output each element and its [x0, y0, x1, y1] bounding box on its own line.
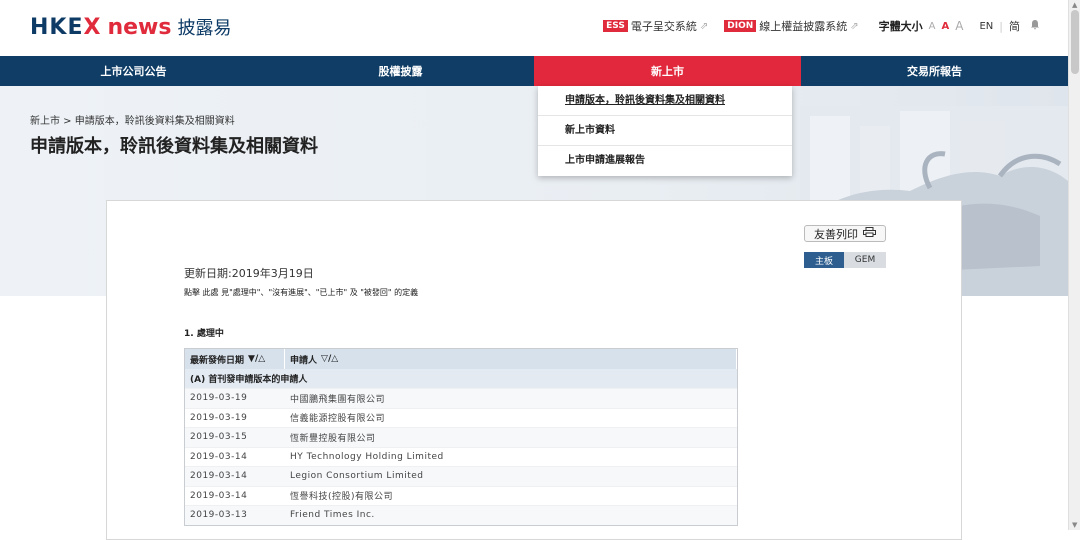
- nav-listed-company-announcements[interactable]: 上市公司公告: [0, 56, 267, 86]
- external-link-icon: ⇗: [699, 20, 709, 32]
- main-board-tab[interactable]: 主板: [804, 252, 844, 268]
- lang-zh-link[interactable]: 简: [1009, 18, 1020, 34]
- table-row[interactable]: 2019-03-13 Friend Times Inc.: [185, 505, 737, 525]
- page-scrollbar[interactable]: ▲ ▼: [1068, 0, 1080, 530]
- applicants-table: 最新發佈日期 ▼ / △ 申請人 ▽ / △ (A) 首刊發申請版本的申請人 2019-…: [184, 348, 738, 526]
- new-listings-dropdown: 申請版本，聆訊後資料集及相關資料 新上市資料 上市申請進展報告: [538, 86, 792, 176]
- table-group-heading: (A) 首刊發申請版本的申請人: [185, 369, 737, 388]
- table-header: 最新發佈日期 ▼ / △ 申請人 ▽ / △: [185, 349, 737, 369]
- scrollbar-thumb[interactable]: [1071, 10, 1079, 74]
- gem-tab[interactable]: GEM: [844, 252, 886, 268]
- sort-desc-icon[interactable]: ▽: [321, 354, 328, 364]
- update-date: 更新日期:2019年3月19日: [184, 267, 314, 280]
- dion-link[interactable]: DION 線上權益披露系統 ⇗: [724, 18, 859, 34]
- dion-badge: DION: [724, 20, 757, 32]
- sort-asc-icon[interactable]: △: [331, 354, 338, 364]
- dropdown-item-application-proofs[interactable]: 申請版本，聆訊後資料集及相關資料: [538, 86, 792, 116]
- sort-asc-icon[interactable]: △: [258, 354, 265, 364]
- definitions-note[interactable]: 點擊 此處 見"處理中"、"沒有進展"、"已上市" 及 "被發回" 的定義: [184, 287, 418, 298]
- column-header-applicant[interactable]: 申請人 ▽ / △: [285, 349, 737, 369]
- font-size-medium-button[interactable]: A: [942, 21, 950, 32]
- dropdown-item-new-listing-info[interactable]: 新上市資料: [538, 116, 792, 146]
- scroll-up-arrow-icon[interactable]: ▲: [1072, 1, 1077, 9]
- nav-disclosure-of-interests[interactable]: 股權披露: [267, 56, 534, 86]
- board-toggle: 主板 GEM: [804, 252, 886, 268]
- scroll-down-arrow-icon[interactable]: ▼: [1072, 521, 1077, 529]
- content-card: 友善列印 主板 GEM 更新日期:2019年3月19日 點擊 此處 見"處理中"…: [106, 200, 962, 540]
- table-row[interactable]: 2019-03-19 信義能源控股有限公司: [185, 407, 737, 428]
- page-title: 申請版本，聆訊後資料集及相關資料: [30, 136, 318, 157]
- font-size-large-button[interactable]: A: [955, 19, 963, 33]
- print-friendly-button[interactable]: 友善列印: [804, 225, 886, 242]
- font-size-small-button[interactable]: A: [929, 21, 936, 32]
- hkexnews-logo[interactable]: HKEX news 披露易: [30, 14, 231, 40]
- table-row[interactable]: 2019-03-19 中國鵬飛集團有限公司: [185, 388, 737, 408]
- table-row[interactable]: 2019-03-14 Legion Consortium Limited: [185, 466, 737, 486]
- table-row[interactable]: 2019-03-15 恆新豐控股有限公司: [185, 427, 737, 447]
- main-nav: 上市公司公告 股權披露 新上市 交易所報告: [0, 56, 1068, 86]
- dropdown-item-progress-reports[interactable]: 上市申請進展報告: [538, 146, 792, 176]
- top-links: ESS 電子呈交系統 ⇗ DION 線上權益披露系統 ⇗ 字體大小 A A A …: [587, 18, 1040, 34]
- font-size-label: 字體大小: [878, 20, 923, 33]
- table-row[interactable]: 2019-03-14 HY Technology Holding Limited: [185, 446, 737, 467]
- table-row[interactable]: 2019-03-14 恆譽科技(控股)有限公司: [185, 485, 737, 506]
- site-header: HKEX news 披露易 ESS 電子呈交系統 ⇗ DION 線上權益披露系統…: [0, 0, 1068, 56]
- bell-icon[interactable]: [1030, 19, 1040, 33]
- nav-exchange-reports[interactable]: 交易所報告: [801, 56, 1068, 86]
- ess-link[interactable]: ESS 電子呈交系統 ⇗: [603, 18, 708, 34]
- breadcrumb: 新上市 > 申請版本，聆訊後資料集及相關資料: [30, 116, 235, 127]
- lang-separator: |: [999, 19, 1003, 33]
- external-link-icon: ⇗: [850, 20, 859, 32]
- section-title: 1. 處理中: [184, 329, 224, 339]
- column-header-date[interactable]: 最新發佈日期 ▼ / △: [185, 349, 285, 369]
- lang-en-link[interactable]: EN: [979, 21, 993, 32]
- printer-icon: [863, 227, 876, 240]
- nav-new-listings[interactable]: 新上市: [534, 56, 801, 86]
- table-body: 2019-03-19 中國鵬飛集團有限公司 2019-03-19 信義能源控股有…: [185, 388, 737, 525]
- ess-badge: ESS: [603, 20, 628, 32]
- sort-desc-icon[interactable]: ▼: [248, 354, 255, 364]
